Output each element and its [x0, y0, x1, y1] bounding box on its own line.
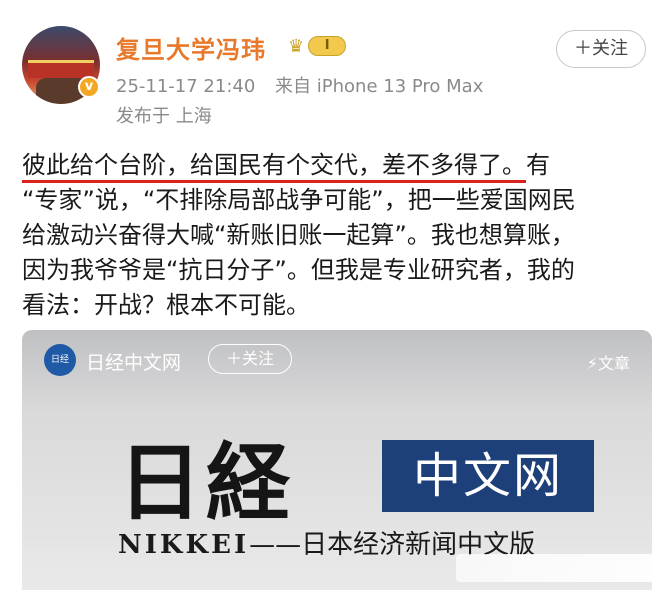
post-location: 发布于 上海	[116, 106, 212, 127]
post-meta: 25-11-17 21:40 来自 iPhone 13 Pro Max	[116, 72, 497, 98]
card-follow-button[interactable]: ＋关注	[208, 344, 292, 374]
card-account-name[interactable]: 日经中文网	[86, 348, 181, 375]
nikkei-cn-box: 中文网	[382, 440, 594, 512]
article-tag: ⚡文章	[586, 354, 630, 373]
verified-badge-icon: v	[78, 76, 100, 98]
post-source: 来自 iPhone 13 Pro Max	[275, 76, 484, 97]
nikkei-latin: NIKKEI	[118, 530, 250, 560]
nikkei-logo-icon[interactable]: 日经	[44, 344, 76, 376]
watermark-overlay	[456, 554, 656, 582]
crown-icon: ♛	[288, 35, 305, 57]
username[interactable]: 复旦大学冯玮	[116, 30, 266, 65]
embedded-article-card[interactable]: 日经 日经中文网 ＋关注 ⚡文章 日経 中文网 NIKKEI——日本经济新闻中文…	[22, 330, 652, 590]
post-line-4: 因为我爷爷是“抗日分子”。但我是专业研究者，我的	[22, 256, 575, 284]
post-line-2: “专家”说，“不排除局部战争可能”，把一些爱国网民	[22, 186, 576, 214]
post-line-1: 彼此给个台阶，给国民有个交代，差不多得了。有	[22, 148, 652, 183]
post-line-3: 给激动兴奋得大喊“新账旧账一起算”。我也想算账，	[22, 221, 575, 249]
post-body: 彼此给个台阶，给国民有个交代，差不多得了。有 “专家”说，“不排除局部战争可能”…	[22, 148, 652, 323]
timestamp: 25-11-17 21:40	[116, 76, 256, 97]
post-line-5: 看法：开战？根本不可能。	[22, 291, 310, 319]
avatar-stall-graphic	[28, 60, 94, 78]
level-badge[interactable]: ♛ I	[288, 34, 352, 58]
follow-button[interactable]: ＋关注	[556, 30, 646, 68]
underlined-text: 彼此给个台阶，给国民有个交代，差不多得了。	[22, 151, 526, 183]
level-label: I	[308, 36, 347, 56]
post-line-1-rest: 有	[526, 151, 550, 179]
nikkei-brand-kanji: 日経	[118, 433, 295, 532]
